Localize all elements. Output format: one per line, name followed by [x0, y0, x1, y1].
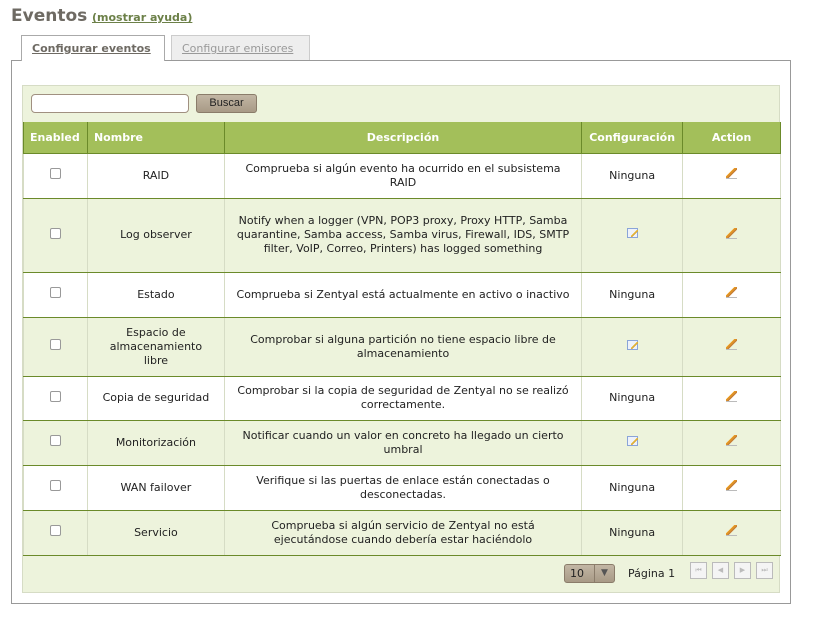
event-description: Comprueba si algún evento ha ocurrido en…: [223, 153, 583, 199]
last-page-button[interactable]: ⏭: [756, 562, 773, 579]
event-description: Verifique si las puertas de enlace están…: [223, 465, 583, 511]
enabled-checkbox[interactable]: [49, 435, 61, 446]
enabled-checkbox[interactable]: [49, 168, 61, 179]
table-row: WAN failover Verifique si las puertas de…: [23, 465, 781, 511]
event-name: Monitorización: [86, 420, 225, 466]
configure-icon[interactable]: [626, 228, 638, 238]
help-link[interactable]: (mostrar ayuda): [92, 11, 192, 24]
edit-pencil-icon[interactable]: [726, 435, 738, 446]
event-description: Comprueba si Zentyal está actualmente en…: [223, 272, 583, 318]
search-input[interactable]: [31, 94, 189, 113]
action-cell: [682, 376, 781, 421]
table-row: Servicio Comprueba si algún servicio de …: [23, 510, 781, 556]
action-cell: [682, 420, 781, 466]
config-cell: Ninguna: [581, 510, 684, 556]
enabled-checkbox[interactable]: [49, 390, 61, 402]
col-action: Action: [682, 122, 781, 154]
search-button[interactable]: Buscar: [196, 94, 257, 113]
enabled-cell: [23, 510, 88, 556]
config-value: Ninguna: [609, 391, 656, 404]
event-description: Comprueba si algún servicio de Zentyal n…: [223, 510, 583, 556]
page-label: Página 1: [628, 567, 676, 580]
page-title: Eventos: [11, 6, 88, 26]
configure-icon[interactable]: [626, 435, 638, 446]
config-cell: Ninguna: [581, 272, 684, 318]
event-name: Log observer: [86, 198, 225, 273]
page-size-select[interactable]: 10 ▼: [564, 564, 615, 583]
enabled-cell: [23, 420, 88, 466]
config-cell: [581, 198, 684, 273]
edit-pencil-icon[interactable]: [726, 168, 738, 179]
page-size-value: 10: [570, 567, 584, 580]
enabled-checkbox[interactable]: [49, 287, 61, 298]
enabled-checkbox[interactable]: [49, 339, 61, 350]
events-table: Enabled Nombre Descripción Configuración…: [23, 122, 781, 556]
edit-pencil-icon[interactable]: [726, 339, 738, 350]
event-description: Comprobar si alguna partición no tiene e…: [223, 317, 583, 377]
col-configuracion: Configuración: [581, 122, 684, 154]
edit-pencil-icon[interactable]: [726, 287, 738, 298]
config-value: Ninguna: [609, 287, 656, 301]
event-description: Notificar cuando un valor en concreto ha…: [223, 420, 583, 466]
enabled-cell: [23, 465, 88, 511]
enabled-cell: [23, 272, 88, 318]
action-cell: [682, 198, 781, 273]
table-footer: 10 ▼ Página 1 ⏮ ◀ ▶ ⏭: [23, 554, 781, 592]
config-value: Ninguna: [609, 525, 656, 539]
table-row: Estado Comprueba si Zentyal está actualm…: [23, 272, 781, 318]
tab-configurar-eventos[interactable]: Configurar eventos: [21, 35, 165, 61]
next-page-button[interactable]: ▶: [734, 562, 751, 579]
edit-pencil-icon[interactable]: [726, 227, 738, 239]
event-description: Comprobar si la copia de seguridad de Ze…: [223, 376, 583, 421]
config-value: Ninguna: [609, 480, 656, 494]
chevron-down-icon: ▼: [594, 565, 614, 582]
config-cell: [581, 317, 684, 377]
edit-pencil-icon[interactable]: [726, 480, 738, 491]
action-cell: [682, 272, 781, 318]
config-cell: Ninguna: [581, 153, 684, 199]
action-cell: [682, 510, 781, 556]
edit-pencil-icon[interactable]: [726, 525, 738, 536]
action-cell: [682, 317, 781, 377]
table-row: Monitorización Notificar cuando un valor…: [23, 420, 781, 466]
event-description: Notify when a logger (VPN, POP3 proxy, P…: [223, 198, 583, 273]
col-nombre: Nombre: [86, 122, 225, 154]
col-enabled: Enabled: [23, 122, 88, 154]
action-cell: [682, 465, 781, 511]
event-name: Estado: [86, 272, 225, 318]
enabled-checkbox[interactable]: [49, 480, 61, 491]
col-descripcion: Descripción: [223, 122, 583, 154]
config-cell: Ninguna: [581, 465, 684, 511]
table-row: Copia de seguridad Comprobar si la copia…: [23, 376, 781, 421]
table-row: Espacio de almacenamiento libre Comproba…: [23, 317, 781, 377]
enabled-cell: [23, 376, 88, 421]
enabled-cell: [23, 153, 88, 199]
prev-page-button[interactable]: ◀: [712, 562, 729, 579]
tab-configurar-emisores[interactable]: Configurar emisores: [171, 35, 310, 61]
event-name: Servicio: [86, 510, 225, 556]
enabled-checkbox[interactable]: [49, 227, 61, 239]
enabled-cell: [23, 198, 88, 273]
action-cell: [682, 153, 781, 199]
configure-icon[interactable]: [626, 339, 638, 350]
table-row: Log observer Notify when a logger (VPN, …: [23, 198, 781, 273]
edit-pencil-icon[interactable]: [726, 390, 738, 402]
event-name: Espacio de almacenamiento libre: [86, 317, 225, 377]
event-name: Copia de seguridad: [86, 376, 225, 421]
events-panel: Buscar Enabled Nombre Descripción Config…: [22, 85, 781, 593]
event-name: RAID: [86, 153, 225, 199]
event-name: WAN failover: [86, 465, 225, 511]
enabled-cell: [23, 317, 88, 377]
config-cell: Ninguna: [581, 376, 684, 421]
config-cell: [581, 420, 684, 466]
table-row: RAID Comprueba si algún evento ha ocurri…: [23, 153, 781, 199]
enabled-checkbox[interactable]: [49, 525, 61, 536]
config-value: Ninguna: [609, 168, 656, 182]
first-page-button[interactable]: ⏮: [690, 562, 707, 579]
